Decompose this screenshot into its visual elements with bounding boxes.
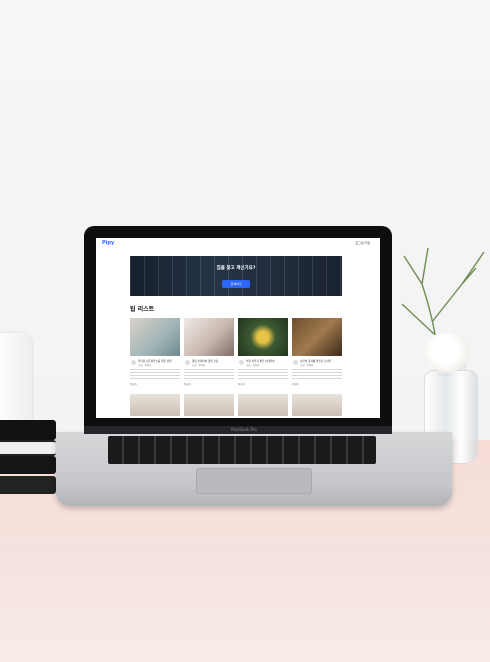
book — [0, 456, 56, 474]
tip-card[interactable]: 나만의 홈카페 만들기 노하우 조회 · 좋아요 작성자 — [292, 318, 342, 388]
hero-background — [130, 256, 342, 296]
tip-card[interactable]: 원룸 인테리어 꿀팁 모음 조회 · 좋아요 작성자 — [184, 318, 234, 388]
card-author: 작성자 — [184, 383, 191, 386]
site-header: Pipy 로그인/가입 — [96, 238, 380, 250]
card-thumbnail[interactable] — [238, 394, 288, 416]
card-thumbnail — [130, 318, 180, 356]
white-flower — [424, 332, 470, 372]
card-text — [238, 369, 288, 379]
laptop-screen: Pipy 로그인/가입 집을 찾고 계신가요? 검색하기 팁 리스트 우리집 오… — [96, 238, 380, 418]
card-author: 작성자 — [292, 383, 299, 386]
white-mug — [0, 333, 32, 431]
section-title: 팁 리스트 — [130, 306, 155, 313]
avatar — [239, 360, 244, 365]
card-text — [130, 369, 180, 379]
card-thumbnail — [292, 318, 342, 356]
tip-card[interactable]: 식물 키우기 좋은 인테리어 조회 · 좋아요 작성자 — [238, 318, 288, 388]
tip-card[interactable]: 우리집 오픈하우스를 위한 꿀팁 조회 · 좋아요 작성자 — [130, 318, 180, 388]
avatar — [185, 360, 190, 365]
hero-title: 집을 찾고 계신가요? — [216, 266, 256, 271]
card-meta: 조회 · 좋아요 — [300, 364, 314, 367]
hero-button[interactable]: 검색하기 — [222, 280, 250, 288]
trackpad — [196, 468, 312, 494]
avatar — [293, 360, 298, 365]
card-text — [184, 369, 234, 379]
keyboard — [108, 436, 376, 464]
card-thumbnail — [184, 318, 234, 356]
laptop-brand: MacBook Pro — [231, 427, 257, 432]
site-logo[interactable]: Pipy — [102, 240, 114, 246]
card-thumbnail[interactable] — [292, 394, 342, 416]
card-meta: 조회 · 좋아요 — [246, 364, 260, 367]
book — [0, 440, 56, 456]
book — [0, 420, 56, 440]
card-thumbnail[interactable] — [184, 394, 234, 416]
card-meta: 조회 · 좋아요 — [192, 364, 206, 367]
avatar — [131, 360, 136, 365]
card-meta: 조회 · 좋아요 — [138, 364, 152, 367]
card-author: 작성자 — [130, 383, 137, 386]
card-text — [292, 369, 342, 379]
card-author: 작성자 — [238, 383, 245, 386]
card-thumbnail — [238, 318, 288, 356]
login-link[interactable]: 로그인/가입 — [355, 241, 370, 245]
book — [0, 476, 56, 494]
hero-banner: 집을 찾고 계신가요? 검색하기 — [130, 256, 342, 296]
card-thumbnail[interactable] — [130, 394, 180, 416]
